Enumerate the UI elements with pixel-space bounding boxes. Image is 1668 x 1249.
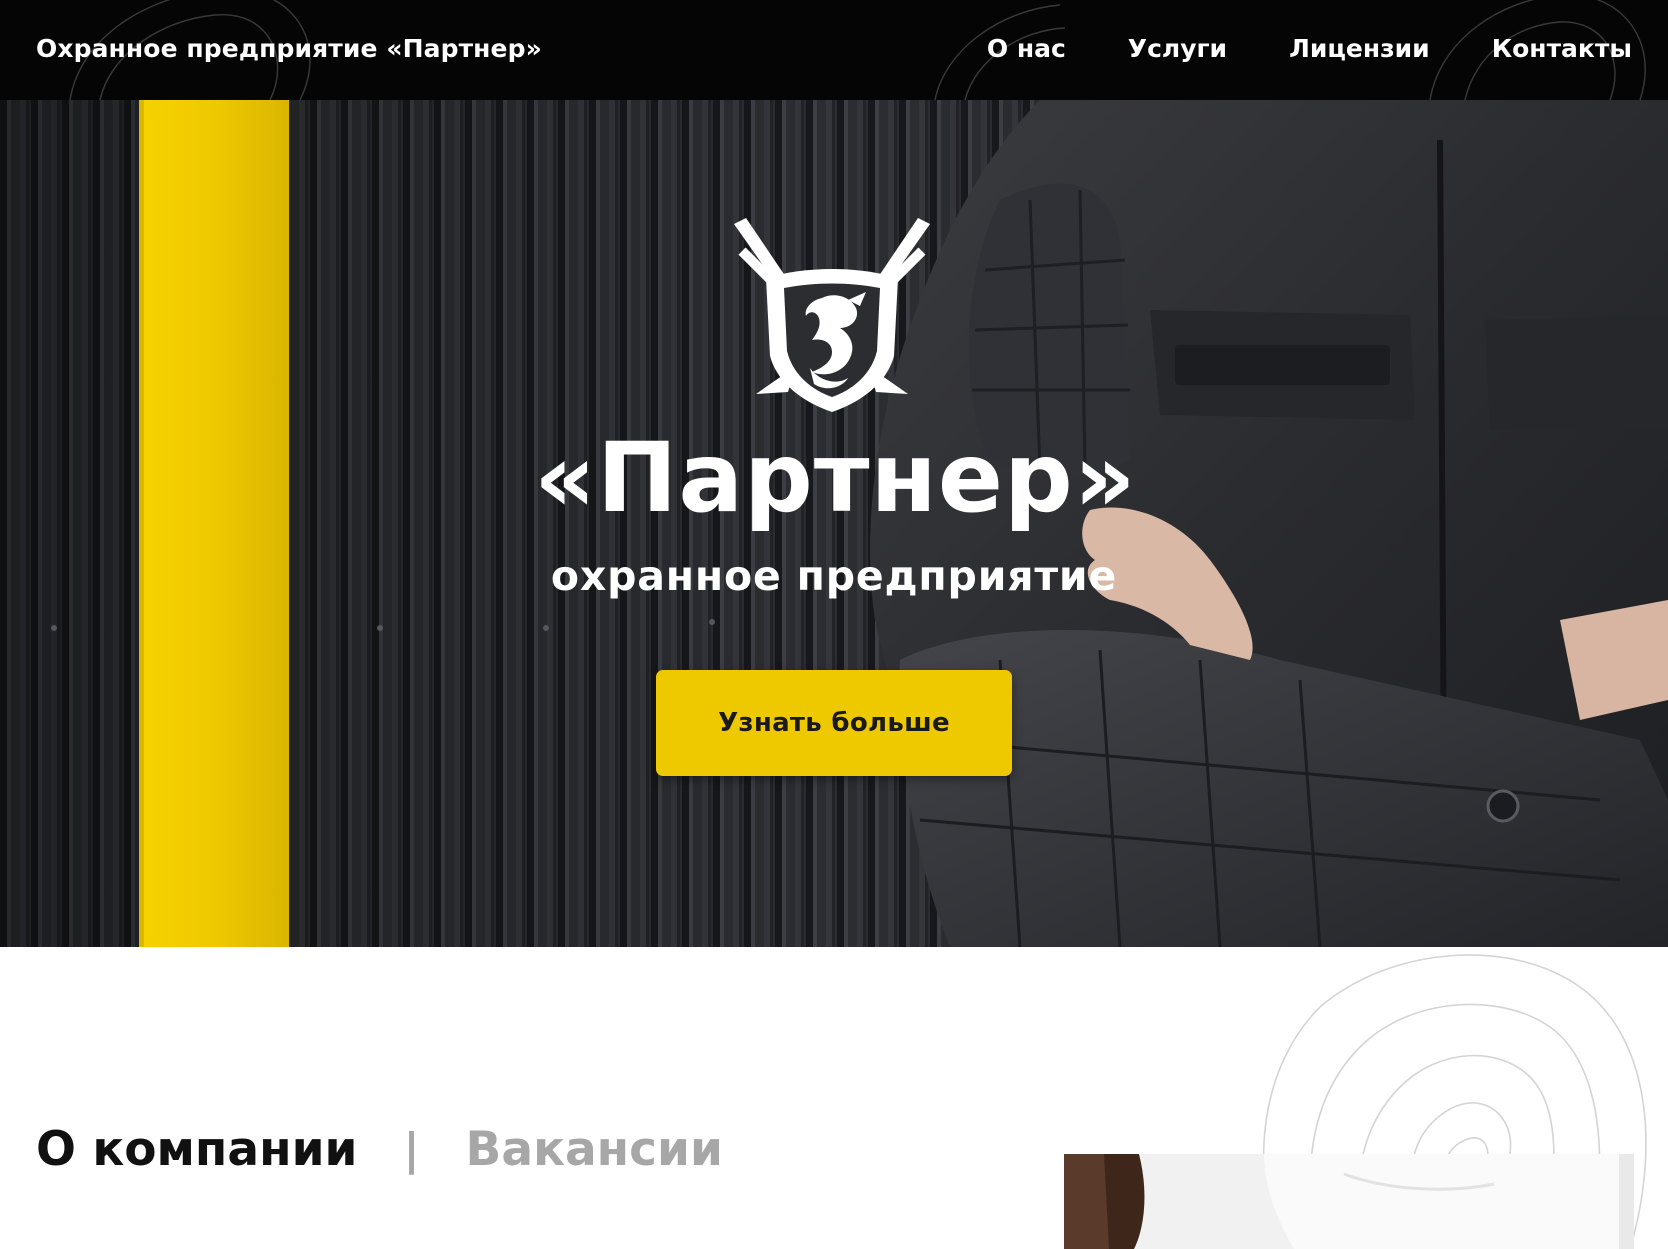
top-navigation-bar: Охранное предприятие «Партнер» О нас Усл… <box>0 0 1668 100</box>
hero-subtitle: охранное предприятие <box>550 552 1118 600</box>
section-tabs: О компании | Вакансии <box>36 1122 723 1177</box>
main-nav: О нас Услуги Лицензии Контакты <box>987 34 1632 63</box>
tab-separator: | <box>403 1124 420 1175</box>
nav-item-about[interactable]: О нас <box>987 34 1066 63</box>
nav-item-contacts[interactable]: Контакты <box>1492 34 1632 63</box>
nav-item-licenses[interactable]: Лицензии <box>1289 34 1430 63</box>
learn-more-button[interactable]: Узнать больше <box>656 670 1012 776</box>
about-company-photo <box>1064 1154 1634 1249</box>
nav-item-services[interactable]: Услуги <box>1128 34 1227 63</box>
hero-section: «Партнер» охранное предприятие Узнать бо… <box>0 100 1668 947</box>
tab-about-company[interactable]: О компании <box>36 1122 357 1177</box>
shield-dragon-crossed-swords-icon <box>734 218 930 412</box>
learn-more-button-label: Узнать больше <box>718 708 950 738</box>
tab-vacancies[interactable]: Вакансии <box>466 1122 723 1177</box>
brand-name-link[interactable]: Охранное предприятие «Партнер» <box>36 34 542 63</box>
hero-title: «Партнер» <box>534 422 1137 534</box>
